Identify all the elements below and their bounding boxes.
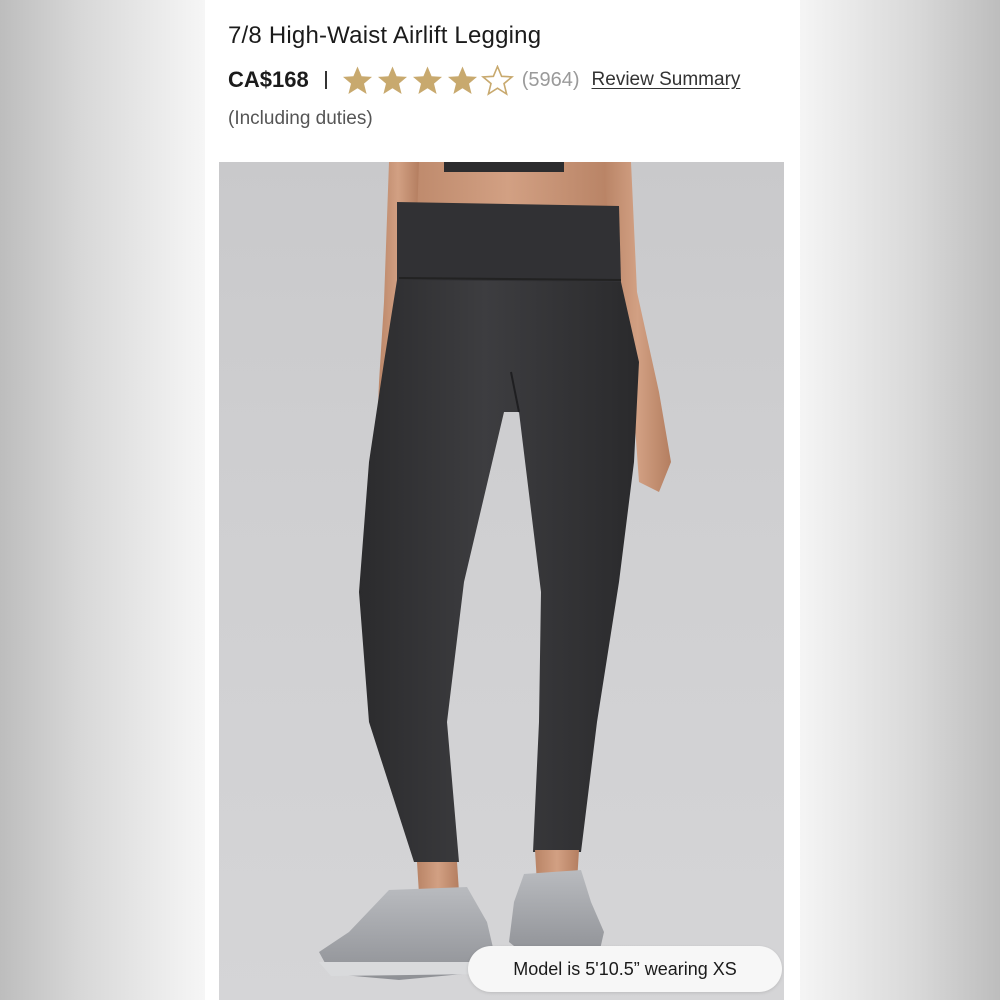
background-right — [795, 0, 1000, 1000]
model-size-caption: Model is 5'10.5” wearing XS — [468, 946, 782, 992]
review-summary-link[interactable]: Review Summary — [592, 69, 741, 91]
model-illustration — [319, 162, 671, 980]
background-left — [0, 0, 205, 1000]
star-filled-icon — [377, 66, 407, 94]
leggings-shape — [359, 280, 639, 862]
star-filled-icon — [412, 66, 442, 94]
price-divider — [324, 71, 327, 89]
product-price: CA$168 — [228, 67, 309, 92]
product-title: 7/8 High-Waist Airlift Legging — [228, 22, 542, 49]
product-card: 7/8 High-Waist Airlift Legging CA$168 (5… — [205, 0, 800, 1000]
duties-note: (Including duties) — [228, 108, 373, 129]
price-rating-row: CA$168 (5964) Review Summary — [228, 64, 740, 96]
rating-stars[interactable] — [341, 64, 514, 96]
right-shoe — [509, 870, 604, 958]
star-filled-icon — [342, 66, 372, 94]
product-image[interactable]: Model is 5'10.5” wearing XS — [219, 162, 784, 1000]
star-empty-icon — [480, 64, 514, 96]
review-count: (5964) — [521, 68, 580, 91]
star-filled-icon — [447, 66, 477, 94]
